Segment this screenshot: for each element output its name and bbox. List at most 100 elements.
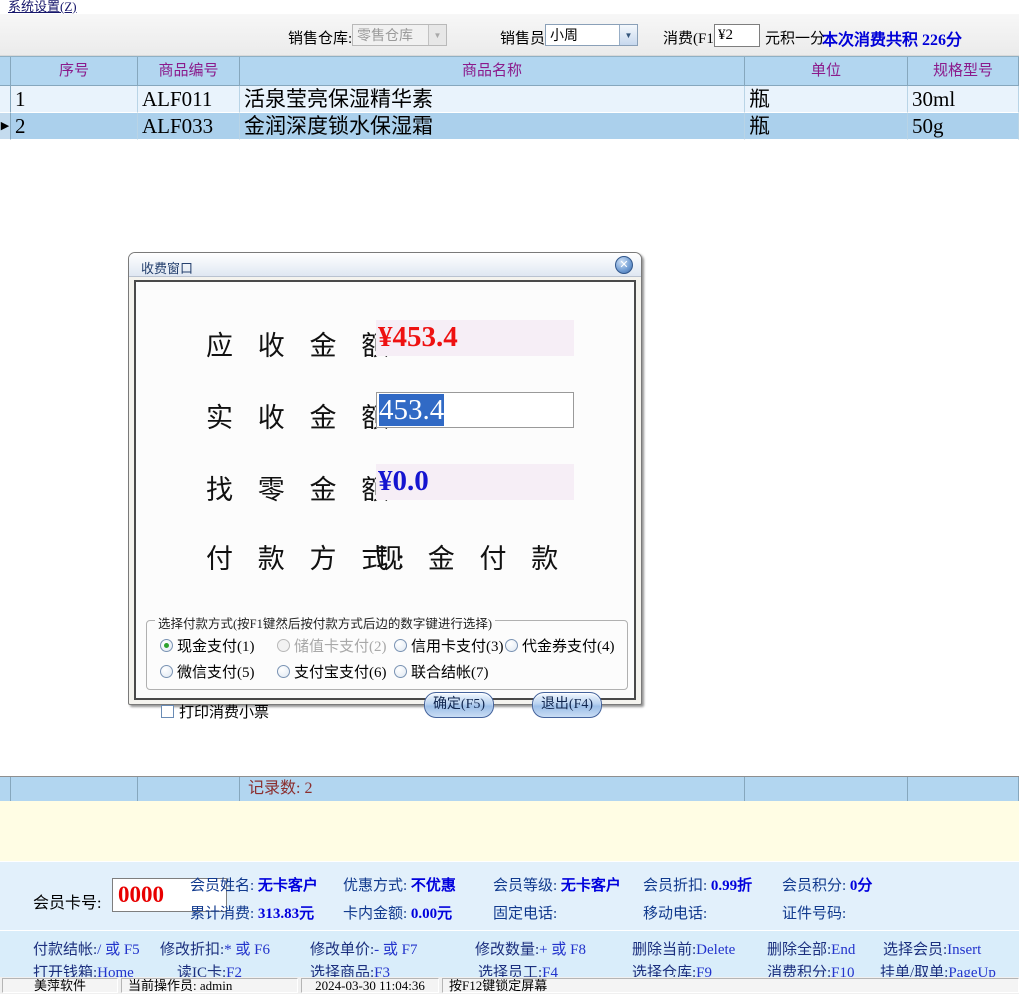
receivable-value: ¥453.4	[376, 320, 574, 356]
cell-unit: 瓶	[745, 86, 908, 113]
radio-wechat-pay[interactable]: 微信支付(5)	[160, 661, 255, 682]
selected-text: 453.4	[379, 394, 444, 426]
table-header-spec[interactable]: 规格型号	[908, 57, 1019, 86]
member-total-spend-label: 累计消费:	[190, 906, 254, 922]
consume-amount-input[interactable]	[714, 24, 760, 47]
radio-icon	[277, 665, 290, 678]
member-level-value: 无卡客户	[561, 878, 621, 894]
top-toolbar: 销售仓库: 零售仓库 ▼ 销售员工: 小周 ▼ 消费(F10) 元积一分 本次消…	[0, 14, 1019, 56]
warehouse-label: 销售仓库:	[288, 27, 352, 48]
table-header-no[interactable]: 序号	[11, 57, 138, 86]
warehouse-select: 零售仓库 ▼	[352, 24, 447, 46]
footer-unit-cell	[745, 777, 908, 801]
footer-indicator-cell	[0, 777, 11, 801]
staff-select[interactable]: 小周 ▼	[545, 24, 638, 46]
points-notice: 本次消费共积 226分	[822, 26, 962, 50]
cell-spec: 50g	[908, 113, 1019, 140]
status-app-name: 美萍软件	[2, 978, 118, 993]
received-amount-input[interactable]: 453.4	[376, 392, 574, 428]
print-receipt-checkbox[interactable]: 打印消费小票	[161, 701, 269, 722]
change-value: ¥0.0	[376, 464, 574, 500]
member-name-label: 会员姓名:	[190, 878, 254, 894]
radio-label: 信用卡支付(3)	[411, 635, 504, 656]
mobile-phone-label: 移动电话:	[643, 906, 707, 922]
print-receipt-label: 打印消费小票	[179, 701, 269, 722]
radio-alipay-pay[interactable]: 支付宝支付(6)	[277, 661, 387, 682]
payment-method-value: 现 金 付 款	[376, 537, 567, 576]
ok-button[interactable]: 确定(F5)	[424, 692, 494, 718]
cell-name: 活泉莹亮保湿精华素	[240, 86, 745, 113]
checkbox-icon	[161, 705, 174, 718]
shortcut-help-bar: 付款结帐:/ 或 F5 修改折扣:* 或 F6 修改单价:- 或 F7 修改数量…	[0, 930, 1019, 977]
table-header-unit[interactable]: 单位	[745, 57, 908, 86]
shortcut-qty: 修改数量:+ 或 F8	[475, 938, 586, 959]
exit-button[interactable]: 退出(F4)	[532, 692, 602, 718]
radio-label: 联合结帐(7)	[411, 661, 489, 682]
payment-dialog: 收费窗口 ✕ 应 收 金 额: ¥453.4 实 收 金 额: 453.4 找 …	[128, 252, 642, 705]
entry-bar: 输入商品编号或条码(F3): 数量合计: 3 金额合计: ¥453.4 隐藏帮助…	[0, 801, 1019, 861]
discount-mode-label: 优惠方式:	[343, 878, 407, 894]
staff-selected-value: 小周	[546, 25, 619, 45]
warehouse-selected-value: 零售仓库	[353, 25, 428, 45]
menu-bar: 系统设置(Z)	[0, 0, 1019, 14]
footer-no-cell	[11, 777, 138, 801]
pos-app-window: 系统设置(Z) 销售仓库: 零售仓库 ▼ 销售员工: 小周 ▼ 消费(F10) …	[0, 0, 1019, 994]
consume-suffix-label: 元积一分	[765, 27, 825, 48]
table-row[interactable]: 1 ALF011 活泉莹亮保湿精华素 瓶 30ml	[0, 86, 1019, 113]
member-discount-label: 会员折扣:	[643, 878, 707, 894]
status-datetime: 2024-03-30 11:04:36	[301, 978, 439, 993]
card-balance-value: 0.00元	[411, 906, 452, 922]
card-balance-label: 卡内金额:	[343, 906, 407, 922]
radio-label: 微信支付(5)	[177, 661, 255, 682]
member-points-value: 0分	[850, 878, 873, 894]
radio-cash-pay[interactable]: 现金支付(1)	[160, 635, 255, 656]
table-row-selected[interactable]: ▶ 2 ALF033 金润深度锁水保湿霜 瓶 50g	[0, 113, 1019, 140]
radio-icon	[277, 639, 290, 652]
radio-icon	[394, 639, 407, 652]
member-card-label: 会员卡号:	[33, 889, 101, 913]
cell-code: ALF011	[138, 86, 240, 113]
payment-method-groupbox: 选择付款方式(按F1键然后按付款方式后边的数字键进行选择) 现金支付(1) 储值…	[146, 620, 628, 690]
menu-system-settings[interactable]: 系统设置(Z)	[8, 0, 77, 13]
radio-label: 代金券支付(4)	[522, 635, 615, 656]
record-count: 记录数: 2	[240, 777, 745, 801]
cell-no: 2	[11, 113, 138, 140]
radio-icon	[160, 639, 173, 652]
shortcut-del-current: 删除当前:Delete	[632, 938, 735, 959]
member-points-label: 会员积分:	[782, 878, 846, 894]
dialog-title: 收费窗口	[141, 258, 193, 277]
radio-voucher-pay[interactable]: 代金券支付(4)	[505, 635, 615, 656]
table-header-code[interactable]: 商品编号	[138, 57, 240, 86]
radio-label: 储值卡支付(2)	[294, 635, 387, 656]
status-lock-hint: 按F12键锁定屏幕	[442, 978, 1019, 993]
row-indicator-cell: ▶	[0, 113, 11, 140]
shortcut-pay: 付款结帐:/ 或 F5	[33, 938, 140, 959]
footer-spec-cell	[908, 777, 1019, 801]
shortcut-select-member: 选择会员:Insert	[883, 938, 981, 959]
table-header-indicator	[0, 57, 11, 86]
table-footer: 记录数: 2	[0, 776, 1019, 801]
shortcut-price: 修改单价:- 或 F7	[310, 938, 418, 959]
member-total-spend-value: 313.83元	[258, 906, 314, 922]
table-header-name[interactable]: 商品名称	[240, 57, 745, 86]
radio-credit-card-pay[interactable]: 信用卡支付(3)	[394, 635, 504, 656]
current-row-arrow-icon: ▶	[1, 113, 9, 139]
chevron-down-icon: ▼	[428, 25, 446, 45]
radio-icon	[160, 665, 173, 678]
member-name-value: 无卡客户	[258, 878, 318, 894]
shortcut-discount: 修改折扣:* 或 F6	[160, 938, 270, 959]
radio-label: 支付宝支付(6)	[294, 661, 387, 682]
dialog-title-bar[interactable]: 收费窗口 ✕	[129, 253, 641, 277]
id-number-label: 证件号码:	[782, 906, 846, 922]
dialog-body: 应 收 金 额: ¥453.4 实 收 金 额: 453.4 找 零 金 额: …	[134, 280, 636, 700]
discount-mode-value: 不优惠	[411, 878, 456, 894]
fixed-phone-label: 固定电话:	[493, 906, 557, 922]
shortcut-del-all: 删除全部:End	[767, 938, 855, 959]
footer-code-cell	[138, 777, 240, 801]
chevron-down-icon[interactable]: ▼	[619, 25, 637, 45]
radio-combined-pay[interactable]: 联合结帐(7)	[394, 661, 489, 682]
close-icon[interactable]: ✕	[615, 256, 633, 274]
cell-no: 1	[11, 86, 138, 113]
cell-code: ALF033	[138, 113, 240, 140]
radio-icon	[505, 639, 518, 652]
